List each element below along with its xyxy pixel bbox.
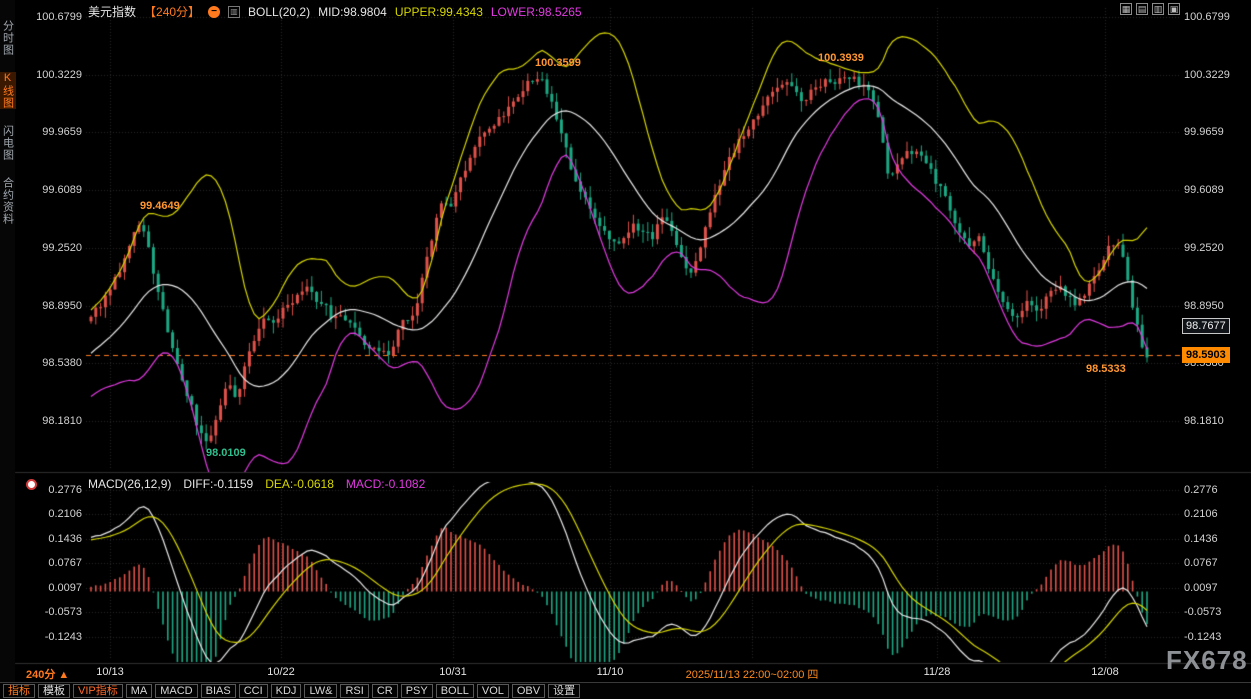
price-annotation: 100.3939 bbox=[818, 52, 864, 64]
boll-mid-value: MID:98.9804 bbox=[318, 5, 387, 19]
layout-rows-icon[interactable]: ▤ bbox=[1136, 3, 1148, 15]
toolbar-button-rsi[interactable]: RSI bbox=[340, 684, 368, 698]
y-axis-price-label: 99.9659 bbox=[1184, 126, 1224, 138]
price-annotation: 99.4649 bbox=[140, 200, 180, 212]
y-axis-price-label: 98.1810 bbox=[30, 415, 82, 427]
toolbar-button-psy[interactable]: PSY bbox=[401, 684, 433, 698]
sidebar-tab-contract-info[interactable]: 合约资料 bbox=[0, 177, 16, 225]
window-layout-icons: ▦ ▤ ▥ ▣ bbox=[1120, 3, 1180, 15]
layout-columns-icon[interactable]: ▥ bbox=[1152, 3, 1164, 15]
x-axis-date-tick: 10/22 bbox=[267, 666, 295, 678]
toolbar-button-settings[interactable]: 设置 bbox=[548, 684, 580, 698]
y-axis-price-label: 99.9659 bbox=[30, 126, 82, 138]
macd-axis-label: -0.1243 bbox=[1184, 631, 1221, 643]
timeframe-text: 240分 bbox=[26, 669, 55, 681]
sidebar-tab-kline-chart[interactable]: K线图 bbox=[0, 72, 16, 109]
indicator-toolbar: 指标模板VIP指标MAMACD BIASCCIKDJLW&RSI CRPSYBOLL… bbox=[0, 682, 1251, 699]
y-axis-price-label: 98.5380 bbox=[30, 357, 82, 369]
last-price-box: 98.5903 bbox=[1182, 347, 1230, 363]
toolbar-button-templates[interactable]: 模板 bbox=[38, 684, 70, 698]
macd-settings-label: MACD(26,12,9) bbox=[88, 477, 171, 491]
macd-axis-label: 0.2106 bbox=[30, 508, 82, 520]
boll-settings-label: BOLL(20,2) bbox=[248, 5, 310, 19]
macd-axis-label: 0.0097 bbox=[30, 582, 82, 594]
macd-axis-label: 0.0767 bbox=[30, 557, 82, 569]
toolbar-button-cr[interactable]: CR bbox=[372, 684, 398, 698]
toolbar-button-kdj[interactable]: KDJ bbox=[271, 684, 302, 698]
toolbar-button-ma[interactable]: MA bbox=[126, 684, 153, 698]
macd-macd-value: MACD:-0.1082 bbox=[346, 477, 425, 491]
sidebar-tab-lightning-chart[interactable]: 闪电图 bbox=[0, 125, 16, 161]
instrument-title: 美元指数 bbox=[88, 3, 136, 20]
macd-axis-label: 0.2776 bbox=[1184, 484, 1218, 496]
reference-price-box: 98.7677 bbox=[1182, 318, 1230, 334]
toolbar-button-indicators[interactable]: 指标 bbox=[3, 684, 35, 698]
x-axis-date-tick: 11/28 bbox=[924, 666, 951, 678]
x-axis-date-tick: 11/10 bbox=[597, 666, 624, 678]
macd-axis-label: -0.0573 bbox=[1184, 606, 1221, 618]
toolbar-button-macd[interactable]: MACD bbox=[155, 684, 197, 698]
toolbar-button-lwr[interactable]: LW& bbox=[304, 684, 337, 698]
price-annotation: 98.5333 bbox=[1086, 363, 1126, 375]
toolbar-button-vip-indicators[interactable]: VIP指标 bbox=[73, 684, 123, 698]
selected-candle-time: 2025/11/13 22:00~02:00 四 bbox=[686, 666, 819, 682]
chart-header: 美元指数 【240分】 − ▥ BOLL(20,2) MID:98.9804 U… bbox=[88, 3, 582, 20]
x-axis-date-tick: 12/08 bbox=[1091, 666, 1119, 678]
y-axis-price-label: 99.6089 bbox=[30, 184, 82, 196]
toolbar-button-vol[interactable]: VOL bbox=[477, 684, 509, 698]
period-tag: 【240分】 bbox=[144, 3, 200, 20]
left-sidebar: 分时图 K线图 闪电图 合约资料 bbox=[0, 0, 15, 699]
macd-axis-label: 0.2106 bbox=[1184, 508, 1218, 520]
price-annotation: 100.3599 bbox=[535, 57, 581, 69]
y-axis-price-label: 98.8950 bbox=[30, 300, 82, 312]
macd-axis-label: 0.1436 bbox=[1184, 533, 1218, 545]
minus-circle-icon[interactable]: − bbox=[208, 6, 220, 18]
macd-axis-label: 0.0097 bbox=[1184, 582, 1218, 594]
y-axis-price-label: 100.6799 bbox=[30, 11, 82, 23]
x-axis-date-tick: 10/31 bbox=[439, 666, 467, 678]
timeframe-label[interactable]: 240分 ▲ bbox=[26, 666, 69, 682]
y-axis-price-label: 99.6089 bbox=[1184, 184, 1224, 196]
layout-grid-icon[interactable]: ▦ bbox=[1120, 3, 1132, 15]
boll-lower-value: LOWER:98.5265 bbox=[491, 5, 582, 19]
fx678-watermark: FX678 bbox=[1166, 645, 1248, 676]
toolbar-button-cci[interactable]: CCI bbox=[239, 684, 268, 698]
y-axis-price-label: 100.6799 bbox=[1184, 11, 1230, 23]
macd-axis-label: 0.1436 bbox=[30, 533, 82, 545]
macd-axis-label: 0.0767 bbox=[1184, 557, 1218, 569]
macd-axis-label: -0.0573 bbox=[30, 606, 82, 618]
price-annotation: 98.0109 bbox=[206, 447, 246, 459]
timeframe-arrow-icon: ▲ bbox=[58, 669, 69, 681]
macd-dea-value: DEA:-0.0618 bbox=[265, 477, 334, 491]
macd-axis-label: -0.1243 bbox=[30, 631, 82, 643]
boll-upper-value: UPPER:99.4343 bbox=[395, 5, 483, 19]
toolbar-button-bias[interactable]: BIAS bbox=[201, 684, 236, 698]
y-axis-price-label: 100.3229 bbox=[30, 69, 82, 81]
price-chart-canvas[interactable] bbox=[0, 0, 1251, 699]
indicator-target-icon[interactable] bbox=[26, 479, 37, 490]
macd-header: MACD(26,12,9) DIFF:-0.1159 DEA:-0.0618 M… bbox=[88, 477, 425, 491]
layout-single-icon[interactable]: ▣ bbox=[1168, 3, 1180, 15]
macd-diff-value: DIFF:-0.1159 bbox=[183, 477, 253, 491]
y-axis-price-label: 100.3229 bbox=[1184, 69, 1230, 81]
toolbar-button-obv[interactable]: OBV bbox=[512, 684, 545, 698]
macd-axis-label: 0.2776 bbox=[30, 484, 82, 496]
y-axis-price-label: 98.1810 bbox=[1184, 415, 1224, 427]
x-axis-date-tick: 10/13 bbox=[96, 666, 124, 678]
toolbar-button-boll[interactable]: BOLL bbox=[436, 684, 474, 698]
y-axis-price-label: 99.2520 bbox=[30, 242, 82, 254]
sidebar-tab-time-chart[interactable]: 分时图 bbox=[0, 20, 16, 56]
candlestick-mini-icon: ▥ bbox=[228, 6, 240, 18]
y-axis-price-label: 98.8950 bbox=[1184, 300, 1224, 312]
y-axis-price-label: 99.2520 bbox=[1184, 242, 1224, 254]
trading-terminal: 分时图 K线图 闪电图 合约资料 美元指数 【240分】 − ▥ BOLL(20… bbox=[0, 0, 1251, 699]
